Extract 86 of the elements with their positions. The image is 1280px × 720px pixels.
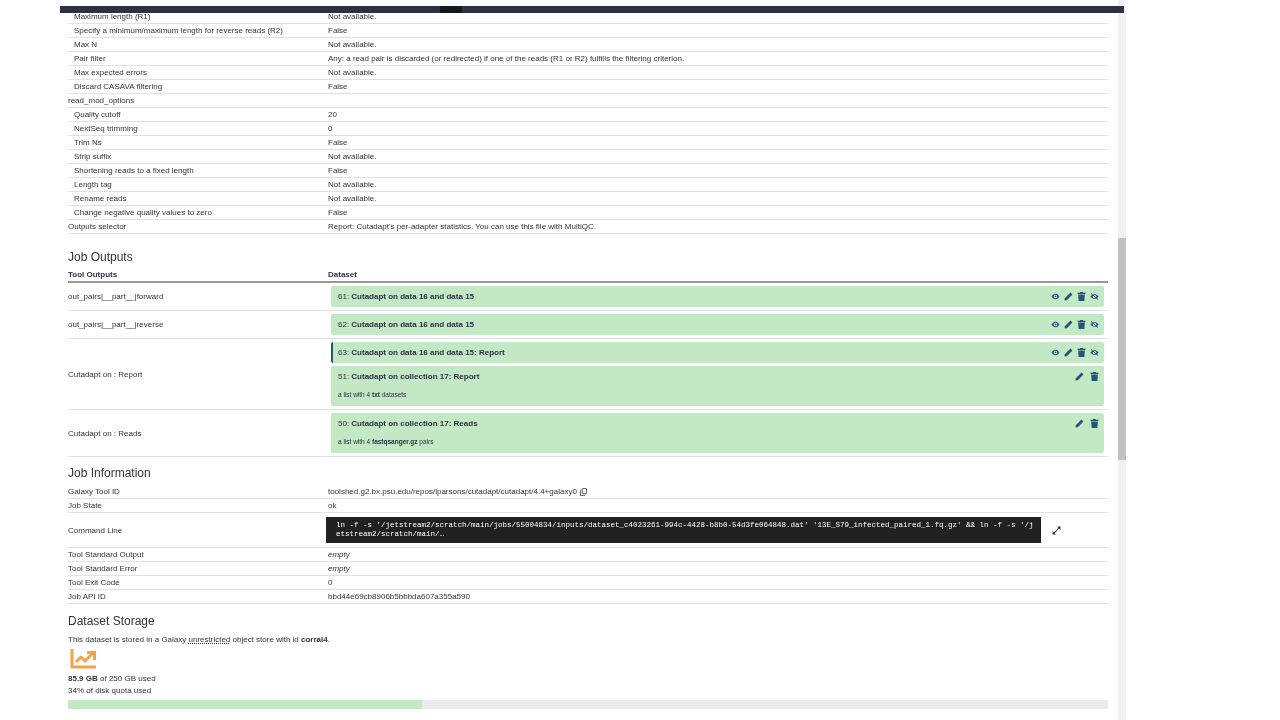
parameter-label: Outputs selector <box>68 222 127 231</box>
parameter-value: Not available. <box>328 68 377 77</box>
parameter-label: Change negative quality values to zero <box>74 208 212 217</box>
parameter-value: Not available. <box>328 194 377 203</box>
eye-slash-icon[interactable] <box>1090 292 1099 301</box>
pencil-icon[interactable] <box>1064 320 1073 329</box>
eye-slash-icon[interactable] <box>1090 320 1099 329</box>
parameter-label: Maximum length (R1) <box>74 12 151 21</box>
info-label: Job API ID <box>68 592 106 601</box>
parameter-value: Any: a read pair is discarded (or redirected) if one of the reads (R1 or R2) fulfills the filtering criterion. <box>328 54 685 63</box>
info-value: toolshed.g2.bx.psu.edu/repos/lparsons/cutadapt/cutadapt/4.4+galaxy0 <box>328 487 577 496</box>
column-header: Tool Outputs <box>68 270 118 279</box>
parameter-label: Strip suffix <box>74 152 112 161</box>
parameter-value: Not available. <box>328 40 377 49</box>
eye-icon[interactable] <box>1051 348 1060 357</box>
copy-icon[interactable] <box>579 487 587 496</box>
column-header: Dataset <box>328 270 357 279</box>
section-heading: Job Outputs <box>68 250 134 264</box>
parameter-label: Pair filter <box>74 54 106 63</box>
info-label: Galaxy Tool ID <box>68 487 120 496</box>
quota-text: 34% of disk quota used <box>68 685 153 697</box>
storage-description: This dataset is stored in a Galaxy unrestricted object store with id corral4. <box>68 634 331 645</box>
parameter-label: Max expected errors <box>74 68 147 77</box>
trash-icon[interactable] <box>1090 419 1099 428</box>
parameter-value: 20 <box>328 110 337 119</box>
pencil-icon[interactable] <box>1075 419 1084 428</box>
trash-icon[interactable] <box>1077 348 1086 357</box>
parameter-value: False <box>328 138 348 147</box>
eye-icon[interactable] <box>1051 320 1060 329</box>
dataset-title[interactable]: 61: Cutadapt on data 16 and data 15 <box>338 292 1051 301</box>
term-link[interactable]: unrestricted <box>188 635 231 644</box>
trash-icon[interactable] <box>1077 292 1086 301</box>
storage-usage: 85.9 GB of 250 GB used <box>68 673 157 685</box>
eye-slash-icon[interactable] <box>1090 348 1099 357</box>
info-value: ok <box>328 501 337 510</box>
info-value: bbd44e69cb8906b5bbbda607a355a590 <box>328 592 470 601</box>
info-label: Tool Exit Code <box>68 578 120 587</box>
parameter-label: Trim Ns <box>74 138 102 147</box>
parameter-label: Specify a minimum/maximum length for reverse reads (R2) <box>74 26 283 35</box>
dataset-card[interactable]: 61: Cutadapt on data 16 and data 15 <box>331 286 1104 307</box>
output-name: Cutadapt on : Reads <box>68 428 142 438</box>
parameter-label: Discard CASAVA filtering <box>74 82 163 91</box>
info-label: Tool Standard Error <box>68 564 138 573</box>
pencil-icon[interactable] <box>1075 372 1084 381</box>
pencil-icon[interactable] <box>1064 292 1073 301</box>
info-label: Tool Standard Output <box>68 550 144 559</box>
parameter-value: 0 <box>328 124 333 133</box>
info-label: Command Line <box>68 525 123 535</box>
parameter-label: NextSeq trimming <box>74 124 138 133</box>
dataset-card[interactable]: 62: Cutadapt on data 16 and data 15 <box>331 314 1104 335</box>
expand-icon[interactable] <box>1052 525 1061 535</box>
parameter-label: read_mod_options <box>68 96 135 105</box>
parameter-label: Quality cutoff <box>74 110 121 119</box>
info-value: empty <box>328 564 350 573</box>
parameter-label: Rename reads <box>74 194 127 203</box>
section-heading: Job Information <box>68 466 152 480</box>
parameter-label: Shortening reads to a fixed length <box>74 166 194 175</box>
parameter-value: Report: Cutadapt's per-adapter statistics. You can use this file with MultiQC. <box>328 222 596 231</box>
parameter-value: Not available. <box>328 152 377 161</box>
dataset-card[interactable]: 63: Cutadapt on data 16 and data 15: Report <box>331 342 1104 363</box>
collection-title[interactable]: 50: Cutadapt on collection 17: Reads <box>338 419 1075 428</box>
parameter-value: False <box>328 208 348 217</box>
output-name: Cutadapt on : Report <box>68 369 143 379</box>
parameter-value: Not available. <box>328 12 377 21</box>
parameter-value: False <box>328 82 348 91</box>
pencil-icon[interactable] <box>1064 348 1073 357</box>
info-label: Job State <box>68 501 102 510</box>
dataset-title[interactable]: 63: Cutadapt on data 16 and data 15: Report <box>338 348 1051 357</box>
section-heading: Dataset Storage <box>68 614 156 628</box>
output-name: out_pairs|__part__|reverse <box>68 320 164 329</box>
output-name: out_pairs|__part__|forward <box>68 292 164 301</box>
scrollbar[interactable] <box>1118 0 1126 720</box>
eye-icon[interactable] <box>1051 292 1060 301</box>
parameter-label: Length tag <box>74 180 112 189</box>
info-value: empty <box>328 550 350 559</box>
collection-title[interactable]: 51: Cutadapt on collection 17: Report <box>338 372 1075 381</box>
scrollbar-thumb[interactable] <box>1118 238 1126 460</box>
parameter-label: Max N <box>74 40 98 49</box>
trash-icon[interactable] <box>1090 372 1099 381</box>
dataset-title[interactable]: 62: Cutadapt on data 16 and data 15 <box>338 320 1051 329</box>
parameter-value: Not available. <box>328 180 377 189</box>
parameter-value: False <box>328 26 348 35</box>
chart-line-icon <box>70 649 96 669</box>
trash-icon[interactable] <box>1077 320 1086 329</box>
info-value: 0 <box>328 578 333 587</box>
parameter-value: False <box>328 166 348 175</box>
